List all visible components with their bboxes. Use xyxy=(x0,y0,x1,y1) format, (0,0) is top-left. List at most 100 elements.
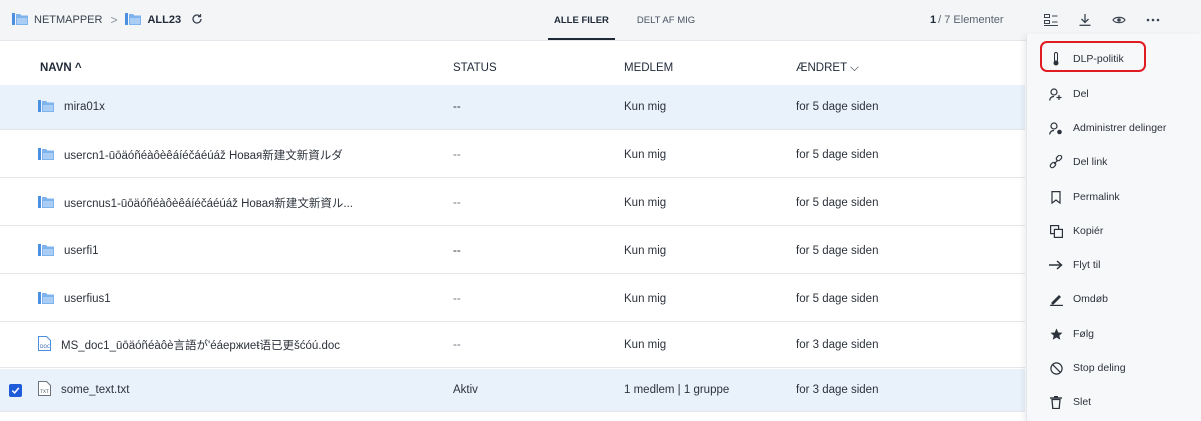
changed-cell: for 3 dage siden xyxy=(796,384,879,396)
folder-icon xyxy=(38,243,54,259)
status-cell: -- xyxy=(453,339,461,351)
name-cell: DOC MS_doc1_ūōäóñéàôè言語が'éáержиеŧ语已更šćóú… xyxy=(38,323,340,367)
tab-all-files[interactable]: ALLE FILER xyxy=(540,0,623,40)
name-cell: userfi1 xyxy=(38,229,99,273)
top-bar: NETMAPPER > ALL23 ALLE FILER DELT AF MIG… xyxy=(0,0,1201,41)
column-header-status[interactable]: STATUS xyxy=(453,48,497,88)
menu-item-stop-sharing[interactable]: Stop deling xyxy=(1027,351,1201,385)
member-cell: Kun mig xyxy=(624,101,667,113)
table-row[interactable]: TXT some_text.txt Aktiv 1 medlem | 1 gru… xyxy=(0,369,1025,412)
folder-icon xyxy=(12,12,28,28)
table-row[interactable]: usercn1-ūōäóñéàôèêáíéčáéúáž Новая新建文新資ルダ… xyxy=(0,133,1025,178)
pencil-icon xyxy=(1049,292,1063,306)
manage-shares-icon xyxy=(1049,121,1063,135)
table-row[interactable]: DOC MS_doc1_ūōäóñéàôè言語が'éáержиеŧ语已更šćóú… xyxy=(0,323,1025,368)
member-cell: Kun mig xyxy=(624,339,667,351)
member-cell: Kun mig xyxy=(624,149,667,161)
trash-icon xyxy=(1049,395,1063,409)
link-icon xyxy=(1049,155,1063,169)
status-cell: -- xyxy=(453,293,461,305)
menu-item-share-link[interactable]: Del link xyxy=(1027,145,1201,179)
changed-cell: for 5 dage siden xyxy=(796,197,879,209)
menu-item-manage-shares[interactable]: Administrer delinger xyxy=(1027,111,1201,145)
changed-cell: for 5 dage siden xyxy=(796,293,879,305)
counter-current: 1 xyxy=(930,14,937,26)
counter-suffix: / 7 Elementer xyxy=(938,14,1004,26)
file-name[interactable]: userfius1 xyxy=(64,293,111,305)
member-cell: Kun mig xyxy=(624,293,667,305)
menu-item-label: Følg xyxy=(1073,328,1094,340)
member-cell: 1 medlem | 1 gruppe xyxy=(624,384,730,396)
folder-icon xyxy=(125,12,142,28)
menu-item-label: Flyt til xyxy=(1073,259,1101,271)
copy-icon xyxy=(1049,224,1063,238)
menu-item-permalink[interactable]: Permalink xyxy=(1027,180,1201,214)
breadcrumb-root[interactable]: NETMAPPER xyxy=(34,14,102,26)
menu-item-rename[interactable]: Omdøb xyxy=(1027,282,1201,316)
file-name[interactable]: some_text.txt xyxy=(61,384,129,396)
status-cell: -- xyxy=(453,197,461,209)
text-file-icon: TXT xyxy=(38,381,51,399)
menu-item-label: Omdøb xyxy=(1073,293,1109,305)
bookmark-icon xyxy=(1049,190,1063,204)
context-menu: DLP-politik Del Administrer delinger Del… xyxy=(1026,34,1201,421)
changed-cell: for 5 dage siden xyxy=(796,149,879,161)
arrow-right-icon xyxy=(1049,258,1063,272)
file-name[interactable]: MS_doc1_ūōäóñéàôè言語が'éáержиеŧ语已更šćóú.doc xyxy=(61,337,340,353)
member-cell: Kun mig xyxy=(624,197,667,209)
menu-item-follow[interactable]: Følg xyxy=(1027,317,1201,351)
column-header-member[interactable]: MEDLEM xyxy=(624,48,673,88)
refresh-icon[interactable] xyxy=(191,13,203,28)
tab-bar: ALLE FILER DELT AF MIG xyxy=(540,0,709,40)
column-header-changed[interactable]: ÆNDRET ⌵ xyxy=(796,48,859,88)
folder-icon xyxy=(38,291,54,307)
changed-cell: for 3 dage siden xyxy=(796,339,879,351)
svg-text:TXT: TXT xyxy=(39,389,49,395)
menu-item-label: Administrer delinger xyxy=(1073,122,1167,134)
checkmark-icon xyxy=(11,387,20,395)
star-icon xyxy=(1049,327,1063,341)
folder-icon xyxy=(38,99,54,115)
member-cell: Kun mig xyxy=(624,245,667,257)
menu-item-copy[interactable]: Kopiér xyxy=(1027,214,1201,248)
name-cell: userfius1 xyxy=(38,277,111,321)
file-name[interactable]: usercnus1-ūōäóñéàôèêáíéčáéúáž Новая新建文新資… xyxy=(64,195,353,211)
stop-icon xyxy=(1049,361,1063,375)
status-cell: -- xyxy=(453,149,461,161)
file-name[interactable]: mira01x xyxy=(64,101,105,113)
status-cell: Aktiv xyxy=(453,384,478,396)
row-checkbox[interactable] xyxy=(9,384,22,397)
table-row[interactable]: mira01x -- Kun mig for 5 dage siden xyxy=(0,85,1025,130)
folder-icon xyxy=(38,147,54,163)
breadcrumb: NETMAPPER > ALL23 xyxy=(12,0,203,40)
menu-item-move-to[interactable]: Flyt til xyxy=(1027,248,1201,282)
menu-item-label: Del xyxy=(1073,88,1089,100)
name-cell: usercnus1-ūōäóñéàôèêáíéčáéúáž Новая新建文新資… xyxy=(38,181,353,225)
table-row[interactable]: userfi1 -- Kun mig for 5 dage siden xyxy=(0,229,1025,274)
doc-file-icon: DOC xyxy=(38,336,51,354)
menu-item-share[interactable]: Del xyxy=(1027,77,1201,111)
menu-item-label: Kopiér xyxy=(1073,225,1104,237)
table-row[interactable]: usercnus1-ūōäóñéàôèêáíéčáéúáž Новая新建文新資… xyxy=(0,181,1025,226)
menu-item-label: Del link xyxy=(1073,156,1108,168)
table-header: NAVN ^ STATUS MEDLEM ÆNDRET ⌵ xyxy=(0,48,1025,89)
changed-cell: for 5 dage siden xyxy=(796,101,879,113)
menu-item-label: Permalink xyxy=(1073,191,1120,203)
column-header-name[interactable]: NAVN ^ xyxy=(40,48,82,88)
name-cell: TXT some_text.txt xyxy=(38,369,129,411)
status-cell: -- xyxy=(453,101,461,113)
highlight-outline xyxy=(1040,41,1146,72)
breadcrumb-current: ALL23 xyxy=(147,14,182,26)
menu-item-delete[interactable]: Slet xyxy=(1027,385,1201,419)
breadcrumb-separator: > xyxy=(110,13,118,27)
folder-icon xyxy=(38,195,54,211)
menu-item-label: Slet xyxy=(1073,396,1092,408)
file-name[interactable]: usercn1-ūōäóñéàôèêáíéčáéúáž Новая新建文新資ルダ xyxy=(64,147,343,163)
name-cell: mira01x xyxy=(38,85,105,129)
tab-shared-by-me[interactable]: DELT AF MIG xyxy=(623,0,709,40)
add-user-icon xyxy=(1049,87,1063,101)
table-row[interactable]: userfius1 -- Kun mig for 5 dage siden xyxy=(0,277,1025,322)
file-name[interactable]: userfi1 xyxy=(64,245,99,257)
item-counter: 1 / 7 Elementer xyxy=(930,0,1004,40)
name-cell: usercn1-ūōäóñéàôèêáíéčáéúáž Новая新建文新資ルダ xyxy=(38,133,343,177)
